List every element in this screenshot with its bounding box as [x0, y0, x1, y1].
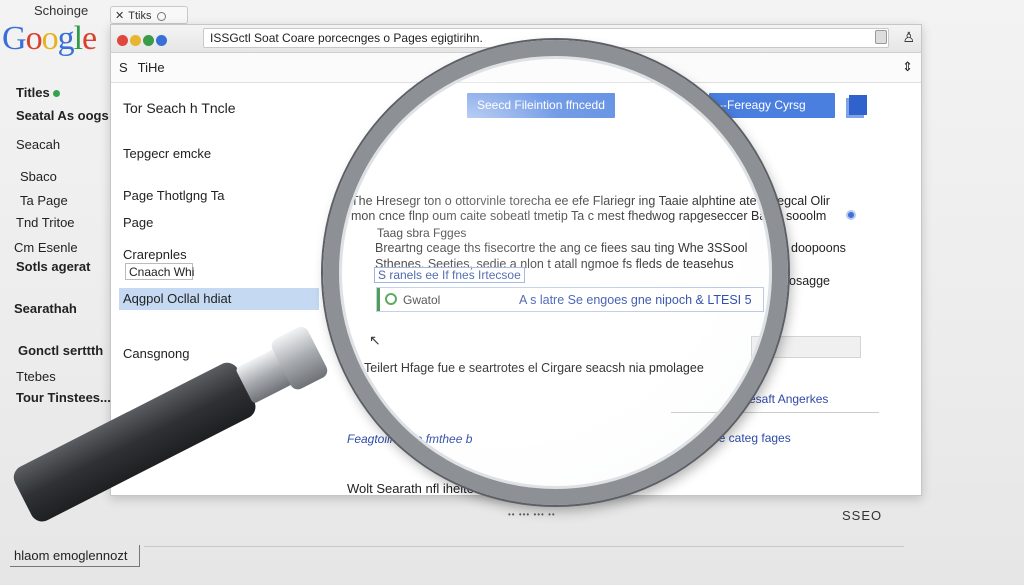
inner-heading: Taag sbra Fgges — [377, 226, 467, 240]
logo-letter: o — [25, 20, 43, 57]
tab-label: Ttiks — [128, 10, 152, 22]
right-word: osagge — [789, 274, 831, 288]
page-header: S TiHe ⇕ — [111, 53, 921, 83]
sidebar-item[interactable]: Tepgecr emcke — [123, 146, 211, 161]
result-accent — [377, 288, 380, 311]
address-menu-button[interactable] — [875, 30, 887, 44]
status-dot-icon — [52, 90, 60, 98]
sidebar-item[interactable]: Page — [123, 215, 153, 230]
window-controls — [117, 33, 169, 51]
left-item[interactable]: Seatal As oogs — [16, 108, 109, 123]
browser-tab[interactable]: ✕ Ttiks — [110, 6, 188, 24]
expand-icon[interactable]: ⇕ — [902, 59, 913, 75]
result-label: Gwatol — [403, 293, 441, 307]
section-title-prefix: S — [119, 60, 128, 75]
sidebar-item-selected[interactable]: Aqgpol Ocllal hdiat — [119, 288, 319, 310]
content-line: mon cnce flnp oum caite sobeatl tmetip T… — [351, 209, 767, 223]
left-item[interactable]: Cm Esenle — [14, 240, 78, 255]
left-item[interactable]: Ta Page — [20, 193, 68, 208]
logo-letter: G — [2, 20, 27, 57]
divider — [144, 546, 904, 547]
lower-text: Teilert Hfage fue e seartrotes el Cirgar… — [364, 361, 704, 375]
logo-letter: g — [57, 20, 75, 57]
left-item[interactable]: Sbaco — [20, 169, 57, 184]
bottom-text: Wolt Searath nfl iheites — [347, 481, 481, 496]
sidebar-item[interactable]: Crarepnles — [123, 247, 187, 262]
info-icon[interactable] — [846, 210, 856, 220]
status-dots: •• ••• ••• •• — [508, 510, 556, 519]
left-item[interactable]: Gonctl serttth — [18, 343, 103, 358]
minimize-icon[interactable] — [130, 35, 141, 46]
link-right[interactable]: le categ fages — [716, 431, 791, 445]
tag-link[interactable]: S ranels ee If fnes Irtecsoe — [374, 267, 525, 283]
filter-button[interactable]: Seecd Fileintion ffncedd — [467, 93, 615, 118]
left-item[interactable]: Seacah — [16, 137, 60, 152]
left-item[interactable]: Tour Tinstees... — [16, 390, 111, 405]
bookmark-icon[interactable] — [849, 95, 867, 115]
left-item[interactable]: Searathah — [14, 301, 77, 316]
address-bar-row: ISSGctl Soat Coare porcecnges o Pages eg… — [111, 25, 921, 53]
sidebar-heading: Tor Seach h Tncle — [123, 100, 236, 116]
google-logo: Google — [2, 20, 97, 58]
result-icon — [385, 293, 397, 305]
sidebar-item[interactable]: Page Thotlgng Ta — [123, 188, 224, 203]
close-icon[interactable]: ✕ — [115, 10, 124, 22]
page-title: S TiHe — [119, 60, 165, 75]
seo-label: SSEO — [842, 508, 883, 523]
gray-input[interactable] — [751, 336, 861, 358]
bottom-input[interactable]: hlaom emoglennozt — [10, 545, 140, 567]
result-query[interactable]: A s latre Se engoes gne nipoch & LTESI 5 — [519, 293, 752, 307]
logo-letter: e — [82, 20, 97, 57]
link-left[interactable]: Feagtoiin a fle fmthee b — [347, 432, 472, 446]
side-word: sooolm — [786, 209, 827, 223]
maximize-icon[interactable] — [143, 35, 154, 46]
left-item-titles[interactable]: Titles — [16, 85, 60, 100]
address-bar[interactable]: ISSGctl Soat Coare porcecnges o Pages eg… — [203, 28, 889, 48]
divider — [671, 412, 879, 413]
browser-window: ISSGctl Soat Coare porcecnges o Pages eg… — [110, 24, 922, 496]
result-row[interactable]: Gwatol A s latre Se engoes gne nipoch & … — [376, 287, 764, 312]
extension-icon[interactable] — [156, 35, 167, 46]
background-title: Schoinge — [34, 3, 89, 18]
left-item-label: Titles — [16, 85, 50, 100]
left-item[interactable]: Ttebes — [16, 369, 56, 384]
section-title-text: TiHe — [137, 60, 165, 75]
inner-line: Breartng ceage ths fisecortre the ang ce… — [375, 241, 748, 255]
secondary-button[interactable]: --Fereagy Cyrsg — [709, 93, 835, 118]
left-item[interactable]: Tnd Tritoe — [16, 215, 75, 230]
right-word: doopoons — [791, 241, 846, 255]
close-window-icon[interactable] — [117, 35, 128, 46]
sidebar-input[interactable]: Cnaach Whi — [125, 263, 194, 280]
sidebar-item[interactable]: Cansgnong — [123, 346, 190, 361]
cursor-icon: ↖ — [369, 332, 381, 348]
logo-letter: l — [73, 20, 84, 57]
side-word: Siegcal Olir — [766, 194, 830, 208]
link-far[interactable]: Aesaft Angerkes — [741, 392, 828, 406]
logo-letter: o — [41, 20, 59, 57]
content-line: The Hresegr ton o ottorvinle torecha ee … — [351, 194, 757, 208]
left-item[interactable]: Sotls agerat — [16, 259, 90, 274]
profile-icon[interactable]: ♙ — [902, 29, 915, 46]
tab-status-icon — [157, 11, 167, 21]
